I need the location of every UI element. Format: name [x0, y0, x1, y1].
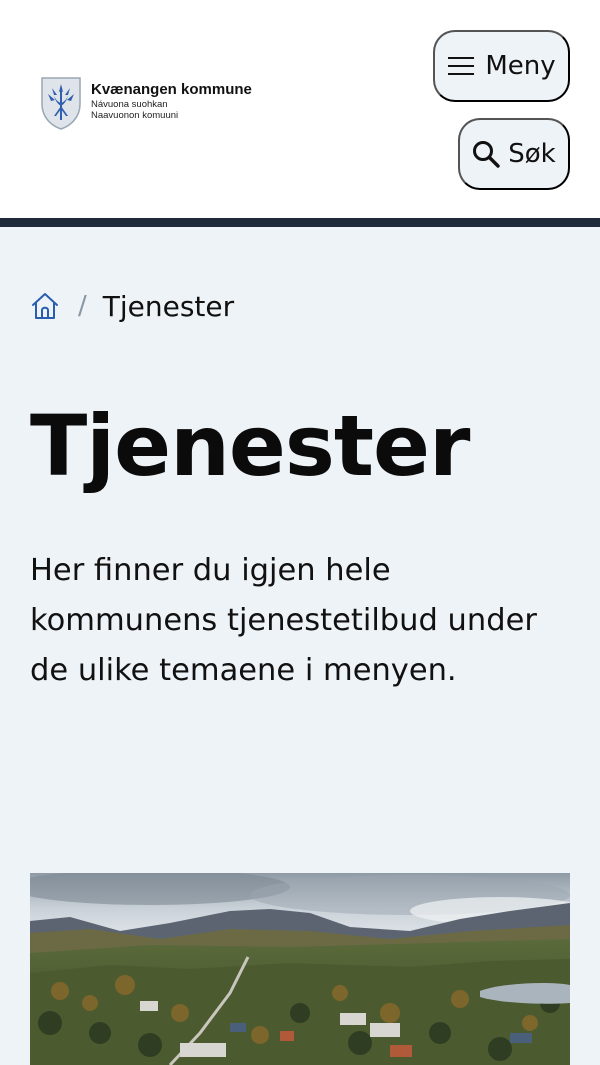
logo-subtitle-1: Návuona suohkan: [91, 99, 168, 110]
search-icon: [473, 141, 500, 168]
crest-icon: [41, 77, 81, 130]
intro-text: Her finner du igjen hele kommunens tjene…: [30, 553, 537, 688]
breadcrumb-current: Tjenester: [102, 289, 235, 323]
hamburger-icon: [448, 57, 475, 75]
menu-button-label: Meny: [485, 51, 556, 81]
header-divider: [0, 218, 600, 227]
site-logo[interactable]: Kvænangen kommune Návuona suohkan Naavuo…: [40, 76, 252, 130]
home-icon: [32, 293, 58, 319]
breadcrumb-home-link[interactable]: [30, 291, 60, 321]
search-button[interactable]: Søk: [458, 118, 570, 190]
logo-subtitle-2: Naavuonon komuuni: [91, 109, 179, 121]
aerial-village-image: [30, 873, 570, 1065]
hero-image: [30, 873, 570, 1065]
breadcrumb-separator: /: [78, 291, 87, 321]
search-button-label: Søk: [508, 139, 556, 169]
site-header: Kvænangen kommune Návuona suohkan Naavuo…: [0, 0, 600, 218]
page-title: Tjenester: [30, 397, 470, 495]
breadcrumb: / Tjenester: [30, 286, 234, 326]
menu-button[interactable]: Meny: [433, 30, 570, 102]
logo-name: Kvænangen kommune: [91, 81, 252, 98]
